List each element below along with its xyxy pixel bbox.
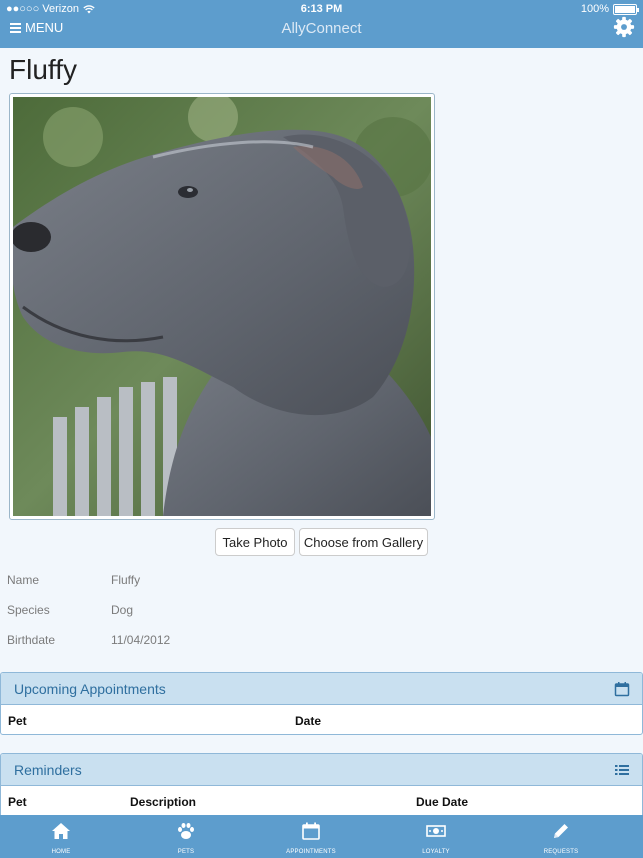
tab-label: HOME: [51, 849, 71, 855]
choose-gallery-button[interactable]: Choose from Gallery: [299, 528, 428, 556]
tab-requests[interactable]: REQUESTS: [511, 815, 611, 858]
bottom-tab-bar: HOME PETS APPOINTMENTS LOYALTY REQUESTS: [0, 815, 643, 858]
appointments-panel: Upcoming Appointments Pet Date: [0, 672, 643, 735]
tab-home[interactable]: HOME: [11, 815, 111, 858]
pencil-icon: [554, 824, 568, 838]
money-icon: [426, 825, 446, 837]
detail-label: Name: [7, 573, 40, 587]
detail-value: Dog: [111, 603, 134, 617]
column-header-date: Date: [295, 714, 322, 728]
top-bar: ●●○○○ Verizon 6:13 PM 100% MENU AllyConn…: [0, 0, 643, 48]
app-title: AllyConnect: [281, 20, 362, 37]
column-header-description: Description: [130, 795, 197, 809]
reminders-title: Reminders: [14, 762, 82, 778]
detail-value: Fluffy: [111, 573, 141, 587]
tab-label: LOYALTY: [422, 849, 450, 855]
appointments-table-header: Pet Date: [1, 705, 642, 734]
battery-status: 100%: [580, 3, 639, 15]
tab-label: PETS: [177, 849, 195, 855]
column-header-due-date: Due Date: [416, 795, 469, 809]
reminders-table-header: Pet Description Due Date: [1, 786, 642, 816]
appointments-title: Upcoming Appointments: [14, 681, 166, 697]
detail-row-birthdate: Birthdate 11/04/2012: [7, 633, 170, 647]
battery-percent: 100%: [580, 3, 609, 15]
battery-icon: [613, 3, 639, 15]
tab-appointments[interactable]: APPOINTMENTS: [261, 815, 361, 858]
page-title: Fluffy: [9, 54, 77, 85]
detail-value: 11/04/2012: [111, 633, 171, 647]
take-photo-button[interactable]: Take Photo: [215, 528, 295, 556]
detail-row-species: Species Dog: [7, 603, 133, 617]
status-time: 6:13 PM: [300, 3, 343, 15]
pet-photo: [8, 92, 433, 516]
status-bar: ●●○○○ Verizon 6:13 PM 100%: [0, 0, 643, 18]
reminders-panel: Reminders Pet Description Due Date: [0, 753, 643, 823]
detail-row-name: Name Fluffy: [7, 573, 140, 587]
tab-pets[interactable]: PETS: [136, 815, 236, 858]
reminders-panel-header: Reminders: [1, 754, 642, 786]
column-header-pet: Pet: [8, 795, 27, 809]
calendar-icon[interactable]: [614, 681, 630, 697]
tab-label: REQUESTS: [543, 849, 579, 855]
tab-label: APPOINTMENTS: [286, 849, 336, 855]
detail-label: Species: [7, 603, 50, 617]
home-icon: [52, 823, 70, 839]
list-icon[interactable]: [614, 762, 630, 778]
detail-label: Birthdate: [7, 633, 56, 647]
column-header-pet: Pet: [8, 714, 27, 728]
gear-icon[interactable]: [613, 16, 635, 38]
pet-photo-frame: [8, 92, 435, 520]
paw-icon: [178, 823, 194, 839]
tab-loyalty[interactable]: LOYALTY: [386, 815, 486, 858]
appointments-panel-header: Upcoming Appointments: [1, 673, 642, 705]
calendar-icon: [302, 822, 320, 840]
